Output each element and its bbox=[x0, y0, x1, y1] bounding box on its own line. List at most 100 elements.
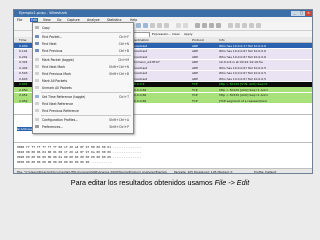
edit-menu-item-shortcut: Ctrl+M bbox=[118, 57, 129, 62]
time-ref-icon bbox=[35, 94, 39, 98]
edit-menu-item[interactable]: Find Previous Ctrl+B bbox=[33, 47, 133, 54]
hex-row[interactable]: 0000 ff ff ff ff ff ff 00 1f d0 a4 8f 97… bbox=[17, 145, 142, 149]
colorize-icon[interactable] bbox=[176, 23, 181, 28]
packet-cell-info: Who has 10.0.0.6? Tell 10.0.0.5 bbox=[219, 71, 267, 75]
next-mark-icon bbox=[35, 64, 39, 68]
menu-view[interactable]: View bbox=[43, 18, 51, 22]
packet-cell-destination: Broadcast bbox=[132, 49, 148, 53]
packet-cell-destination: Broadcast bbox=[132, 43, 148, 48]
filter-apply-button[interactable]: Apply bbox=[184, 32, 192, 36]
menu-help[interactable]: Help bbox=[130, 18, 137, 22]
capture-filters-icon[interactable] bbox=[228, 23, 233, 28]
packet-cell-info: Who has 10.0.0.6? Tell 10.0.0.5 bbox=[219, 76, 267, 81]
packet-cell-destination: Broadcast bbox=[132, 76, 148, 81]
packet-cell-info: Who has 10.0.0.6? Tell 10.0.0.6 bbox=[219, 49, 267, 53]
menu-statistics[interactable]: Statistics bbox=[107, 18, 122, 22]
coloring-rules-icon[interactable] bbox=[242, 23, 247, 28]
preferences-toolbar-icon[interactable] bbox=[249, 23, 254, 28]
edit-menu-item-label: Find Packet... bbox=[42, 34, 63, 39]
find-next-icon bbox=[35, 41, 39, 45]
packet-cell-protocol: ARP bbox=[192, 54, 198, 59]
edit-menu-item[interactable]: Mark All Packets bbox=[33, 77, 133, 84]
unmark-all-icon bbox=[35, 85, 39, 89]
edit-menu-item[interactable]: Find Next Mark Shift+Ctrl+N bbox=[33, 63, 133, 70]
edit-menu-item-label: Set Time Reference (toggle) bbox=[42, 94, 86, 99]
go-to-icon[interactable] bbox=[150, 23, 155, 28]
edit-menu-item[interactable]: Unmark All Packets bbox=[33, 84, 133, 91]
last-packet-icon[interactable] bbox=[164, 23, 169, 28]
packet-cell-time: 0.402 bbox=[19, 65, 28, 70]
zoom-in-icon[interactable] bbox=[195, 23, 200, 28]
mark-icon bbox=[35, 57, 39, 61]
hex-row[interactable]: 0010 08 00 06 04 00 01 00 1f d0 a4 8f 97… bbox=[17, 150, 142, 154]
edit-menu-item[interactable]: Find Next Reference bbox=[33, 100, 133, 107]
prev-mark-icon bbox=[35, 71, 39, 75]
title-bar: Ejemplo1.pcap - Wireshark _ □ × bbox=[14, 10, 312, 17]
packet-cell-protocol: ARP bbox=[192, 43, 198, 48]
zoom-out-icon[interactable] bbox=[202, 23, 207, 28]
first-packet-icon[interactable] bbox=[157, 23, 162, 28]
minimize-icon[interactable]: _ bbox=[291, 11, 298, 16]
edit-menu-item-label: Find Previous bbox=[42, 48, 63, 53]
packet-cell-time: 2.051 bbox=[19, 93, 28, 97]
packet-cell-destination: 10.0.0.66 bbox=[132, 98, 147, 103]
help-icon[interactable] bbox=[256, 23, 261, 28]
filter-clear-button[interactable]: Clear bbox=[172, 32, 180, 36]
edit-menu-item[interactable]: Copy bbox=[33, 24, 133, 31]
go-forward-icon[interactable] bbox=[143, 23, 148, 28]
packet-cell-protocol: ARP bbox=[192, 65, 198, 70]
close-icon[interactable]: × bbox=[305, 11, 312, 16]
packet-cell-time: 0.000 bbox=[19, 43, 28, 48]
packet-cell-time: 0.603 bbox=[19, 76, 28, 81]
status-file: File: "C:\Users\Ricardo\Documents\UTPL\C… bbox=[17, 169, 167, 174]
edit-menu-item-label: Mark Packet (toggle) bbox=[42, 57, 74, 62]
next-ref-icon bbox=[35, 101, 39, 105]
edit-menu-item[interactable]: Set Time Reference (toggle) Ctrl+T bbox=[33, 93, 133, 100]
packet-cell-info: 10.0.0.6 is at 00:22:19:16:5a bbox=[219, 60, 263, 64]
hex-pane: 0000 ff ff ff ff ff ff 00 1f d0 a4 8f 97… bbox=[14, 142, 312, 169]
packet-cell-protocol: ARP bbox=[192, 60, 198, 64]
menu-capture[interactable]: Capture bbox=[67, 18, 80, 22]
menu-file[interactable]: File bbox=[17, 18, 22, 22]
edit-menu-item[interactable]: Find Previous Reference bbox=[33, 107, 133, 114]
packet-cell-destination: 10.0.0.66 bbox=[132, 87, 147, 92]
edit-menu-item-label: Preferences... bbox=[42, 124, 64, 129]
packet-cell-destination: Broadcast bbox=[132, 54, 148, 59]
column-destination[interactable]: Destination bbox=[132, 38, 149, 42]
packet-cell-protocol: ARP bbox=[192, 76, 198, 81]
column-time[interactable]: Time bbox=[19, 38, 26, 42]
packet-cell-time: 2.052 bbox=[19, 98, 28, 103]
edit-menu-item[interactable]: Find Packet... Ctrl+F bbox=[33, 33, 133, 40]
column-info[interactable]: Info bbox=[219, 38, 225, 42]
edit-menu-item[interactable]: Configuration Profiles... Shift+Ctrl+A bbox=[33, 116, 133, 123]
menu-go[interactable]: Go bbox=[57, 18, 61, 22]
autoscroll-icon[interactable] bbox=[183, 23, 188, 28]
go-back-icon[interactable] bbox=[136, 23, 141, 28]
filter-expression-button[interactable]: Expression... bbox=[152, 32, 171, 36]
menu-analyze[interactable]: Analyze bbox=[87, 18, 100, 22]
prev-ref-icon bbox=[35, 108, 39, 112]
edit-menu-item-shortcut: Shift+Ctrl+B bbox=[109, 71, 129, 76]
packet-cell-info: http > 50120 [ACK] Seq=1 Ack= bbox=[219, 87, 269, 92]
edit-menu-item-label: Unmark All Packets bbox=[42, 85, 72, 90]
preferences-icon bbox=[35, 124, 39, 128]
menu-edit[interactable]: Edit bbox=[30, 17, 39, 22]
edit-menu-item[interactable]: Mark Packet (toggle) Ctrl+M bbox=[33, 56, 133, 63]
edit-menu-item[interactable]: Find Previous Mark Shift+Ctrl+B bbox=[33, 70, 133, 77]
packet-cell-protocol: ARP bbox=[192, 71, 198, 75]
display-filters-icon[interactable] bbox=[235, 23, 240, 28]
hex-row[interactable]: 0020 00 00 00 00 00 00 0a 00 00 06 00 00… bbox=[17, 155, 142, 159]
edit-menu-item-shortcut: Shift+Ctrl+A bbox=[109, 117, 129, 122]
edit-menu-item[interactable]: Preferences... Shift+Ctrl+P bbox=[33, 123, 133, 130]
status-profile[interactable]: Profile: Default bbox=[254, 170, 276, 174]
hex-row[interactable]: 0030 00 00 00 00 00 00 00 00 00 00 00 00… bbox=[17, 160, 113, 164]
packet-cell-protocol: TCP bbox=[192, 82, 198, 86]
column-protocol[interactable]: Protocol bbox=[192, 38, 204, 42]
edit-menu-item[interactable]: Find Next Ctrl+N bbox=[33, 40, 133, 47]
resize-columns-icon[interactable] bbox=[216, 23, 221, 28]
zoom-normal-icon[interactable] bbox=[209, 23, 214, 28]
maximize-icon[interactable]: □ bbox=[298, 11, 305, 16]
find-previous-icon bbox=[35, 48, 39, 52]
edit-menu-item-shortcut: Ctrl+F bbox=[119, 34, 129, 39]
status-bar: File: "C:\Users\Ricardo\Documents\UTPL\C… bbox=[14, 168, 312, 174]
